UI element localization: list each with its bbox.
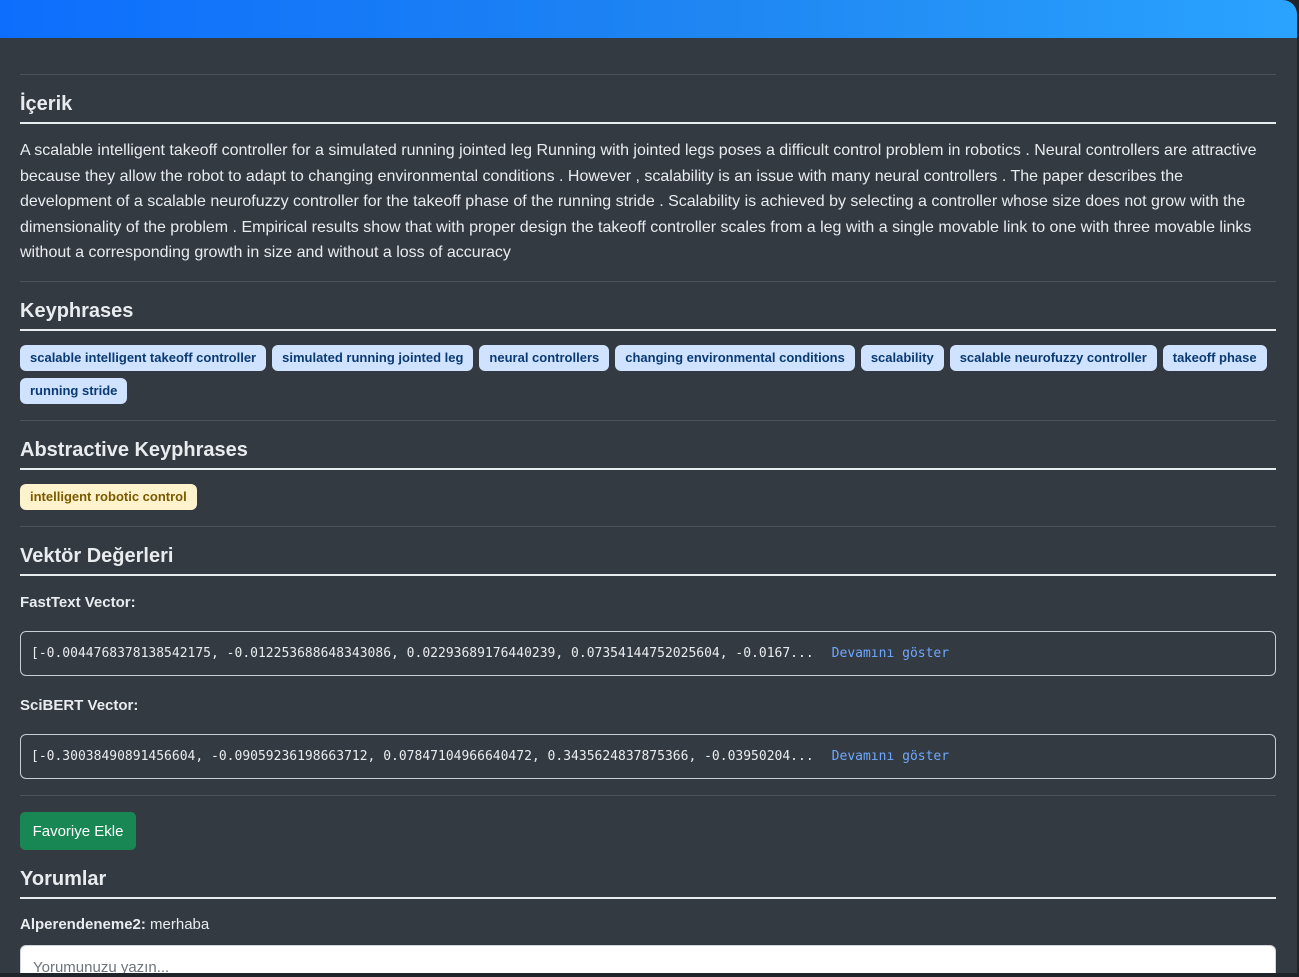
fasttext-vector-value: [-0.0044768378138542175, -0.012253688648…	[31, 646, 814, 661]
divider	[20, 795, 1276, 796]
abstractive-keyphrase-badge: intelligent robotic control	[20, 484, 197, 510]
divider	[20, 420, 1276, 421]
keyphrases-heading: Keyphrases	[20, 299, 1276, 331]
divider	[20, 281, 1276, 282]
comment-user: Alperendeneme2:	[20, 916, 146, 933]
abstractive-keyphrase-list: intelligent robotic control	[20, 484, 1276, 510]
comments-heading: Yorumlar	[20, 867, 1276, 899]
paper-card: İçerik A scalable intelligent takeoff co…	[0, 0, 1297, 973]
keyphrase-badge: changing environmental conditions	[615, 345, 855, 371]
content-text: A scalable intelligent takeoff controlle…	[20, 142, 1257, 262]
fasttext-vector-box: [-0.0044768378138542175, -0.012253688648…	[20, 631, 1276, 676]
fasttext-label: FastText Vector:	[20, 594, 136, 611]
keyphrase-badge: running stride	[20, 378, 128, 404]
content-heading: İçerik	[20, 92, 1276, 124]
keyphrase-badge: neural controllers	[479, 345, 610, 371]
keyphrase-badge: simulated running jointed leg	[272, 345, 474, 371]
comment-item: Alperendeneme2: merhaba	[20, 916, 209, 933]
divider	[20, 74, 1276, 75]
keyphrase-badge: takeoff phase	[1162, 345, 1267, 371]
scibert-show-more-link[interactable]: Devamını göster	[832, 749, 949, 764]
abstractive-keyphrases-heading: Abstractive Keyphrases	[20, 438, 1276, 470]
scibert-vector-value: [-0.30038490891456604, -0.09059236198663…	[31, 749, 814, 764]
fasttext-show-more-link[interactable]: Devamını göster	[832, 646, 949, 661]
keyphrase-list: scalable intelligent takeoff controller …	[20, 345, 1276, 404]
add-favorite-button[interactable]: Favoriye Ekle	[20, 812, 136, 850]
comment-text: merhaba	[145, 916, 210, 933]
divider	[20, 526, 1276, 527]
keyphrase-badge: scalable intelligent takeoff controller	[20, 345, 267, 371]
scibert-label: SciBERT Vector:	[20, 697, 139, 714]
scibert-vector-box: [-0.30038490891456604, -0.09059236198663…	[20, 734, 1276, 779]
vectors-heading: Vektör Değerleri	[20, 544, 1276, 576]
keyphrase-badge: scalable neurofuzzy controller	[949, 345, 1157, 371]
card-header	[0, 0, 1297, 38]
keyphrase-badge: scalability	[860, 345, 944, 371]
comment-input[interactable]	[20, 945, 1276, 973]
